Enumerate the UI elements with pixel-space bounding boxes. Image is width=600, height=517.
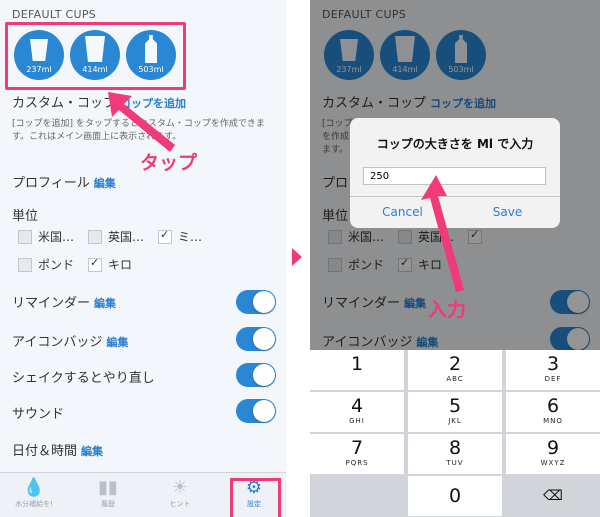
transition-arrow [292, 248, 302, 266]
settings-screen-left: DEFAULT CUPS 237ml 414ml 503ml カスタム・コップコ… [0, 0, 286, 517]
tap-arrow [108, 92, 175, 152]
input-arrow [421, 175, 464, 292]
settings-screen-right: DEFAULT CUPS 237ml 414ml 503ml カスタム・コップコ… [310, 0, 600, 517]
